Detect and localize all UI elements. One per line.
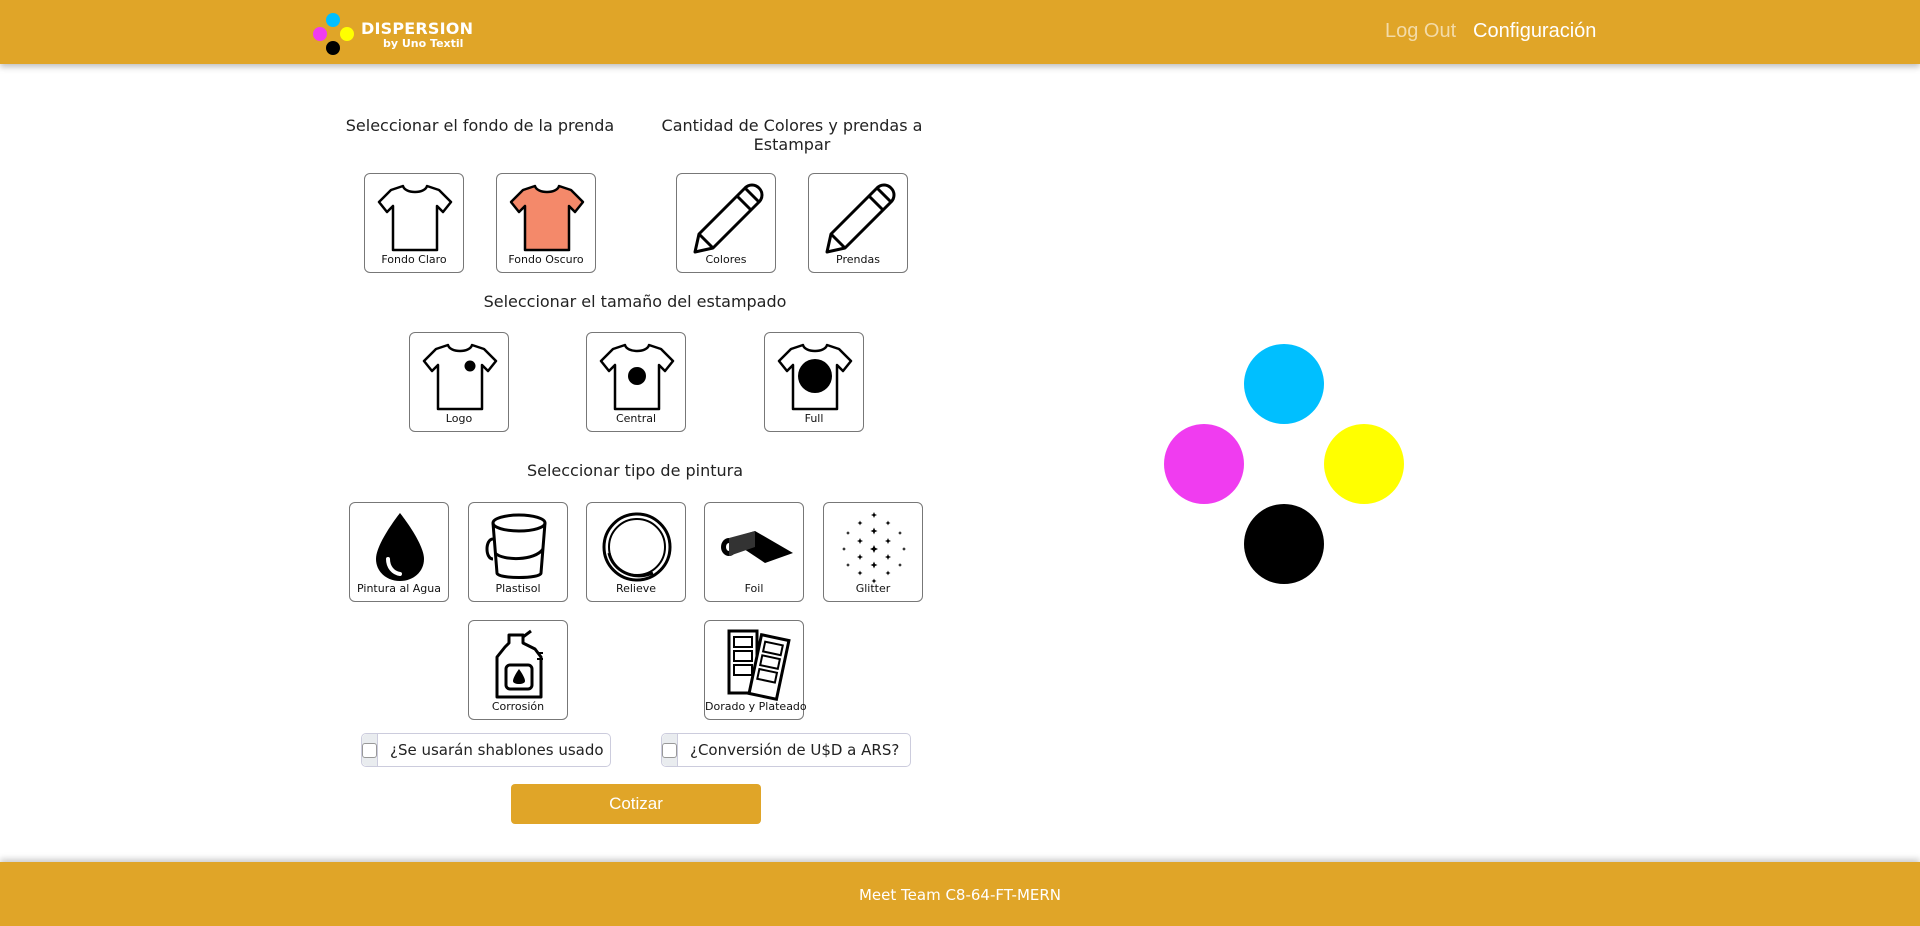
pintura-section-title: Seleccionar tipo de pintura — [526, 461, 744, 480]
card-label: Fondo Oscuro — [508, 253, 584, 266]
sparkles-icon — [842, 512, 906, 584]
logout-link[interactable]: Log Out — [1385, 20, 1456, 43]
cmyk-dots-illustration — [1164, 344, 1404, 584]
metallic-sheets-icon — [727, 629, 791, 702]
colores-card[interactable]: Colores — [676, 173, 776, 273]
conversion-checkbox-group[interactable]: ¿Conversión de U$D a ARS? — [661, 733, 911, 767]
card-label: Plastisol — [495, 582, 541, 595]
card-label: Colores — [705, 253, 747, 266]
card-label: Central — [615, 412, 657, 425]
checkbox-addon — [362, 734, 378, 766]
pintura-agua-card[interactable]: Pintura al Agua — [349, 502, 449, 602]
ring-icon — [602, 512, 672, 582]
card-label: Foil — [744, 582, 764, 595]
shablones-checkbox[interactable] — [362, 742, 377, 758]
plastisol-card[interactable]: Plastisol — [468, 502, 568, 602]
footer-text: Meet Team C8-64-FT-MERN — [858, 886, 1062, 904]
dorado-plateado-card[interactable]: Dorado y Plateado — [704, 620, 807, 720]
prendas-card[interactable]: Prendas — [808, 173, 908, 273]
card-label: Dorado y Plateado — [705, 700, 807, 713]
fondo-oscuro-card[interactable]: Fondo Oscuro — [496, 173, 596, 273]
chemical-bottle-icon — [495, 629, 543, 699]
fondo-claro-card[interactable]: Fondo Claro — [364, 173, 464, 273]
navbar: DISPERSION by Uno Textil Log Out Configu… — [0, 0, 1920, 64]
tshirt-logo-icon — [422, 343, 498, 411]
shablones-checkbox-group[interactable]: ¿Se usarán shablones usado — [361, 733, 611, 767]
bucket-icon — [485, 513, 547, 579]
card-label: Prendas — [836, 253, 880, 266]
cyan-dot — [1244, 344, 1324, 424]
checkbox-addon — [662, 734, 678, 766]
tshirt-light-icon — [377, 184, 453, 252]
tamano-section-title: Seleccionar el tamaño del estampado — [483, 292, 787, 311]
brand-subtitle: by Uno Textil — [383, 37, 464, 50]
central-size-card[interactable]: Central — [586, 332, 686, 432]
card-label: Logo — [445, 412, 473, 425]
cotizar-button[interactable]: Cotizar — [511, 784, 761, 824]
brand-logo[interactable]: DISPERSION by Uno Textil — [309, 11, 473, 57]
yellow-dot — [1324, 424, 1404, 504]
logo-size-card[interactable]: Logo — [409, 332, 509, 432]
corrosion-card[interactable]: Corrosión — [468, 620, 568, 720]
conversion-checkbox[interactable] — [662, 742, 677, 758]
black-dot — [1244, 504, 1324, 584]
tshirt-dark-icon — [509, 184, 585, 252]
full-size-card[interactable]: Full — [764, 332, 864, 432]
card-label: Fondo Claro — [381, 253, 447, 266]
brand-name: DISPERSION by Uno Textil — [361, 19, 474, 50]
fondo-section-title: Seleccionar el fondo de la prenda — [345, 116, 615, 135]
water-drop-icon — [376, 513, 424, 581]
tshirt-full-icon — [777, 343, 853, 411]
conversion-label: ¿Conversión de U$D a ARS? — [690, 741, 900, 759]
card-label: Glitter — [855, 582, 891, 595]
cmyk-dots-logo-icon — [313, 13, 354, 55]
footer: Meet Team C8-64-FT-MERN — [0, 862, 1920, 926]
glitter-card[interactable]: Glitter — [823, 502, 923, 602]
foil-card[interactable]: Foil — [704, 502, 804, 602]
pencil-icon — [825, 183, 896, 254]
tshirt-central-icon — [599, 343, 675, 411]
relieve-card[interactable]: Relieve — [586, 502, 686, 602]
brand-title: DISPERSION — [361, 19, 474, 38]
magenta-dot — [1164, 424, 1244, 504]
shablones-label: ¿Se usarán shablones usado — [390, 741, 604, 759]
card-label: Corrosión — [491, 700, 545, 713]
cantidad-section-title: Cantidad de Colores y prendas a Estampar — [661, 116, 923, 154]
pencil-icon — [693, 183, 764, 254]
card-label: Relieve — [615, 582, 657, 595]
foil-roll-icon — [721, 531, 793, 563]
card-label: Full — [804, 412, 824, 425]
card-label: Pintura al Agua — [357, 582, 441, 595]
config-link[interactable]: Configuración — [1473, 20, 1596, 43]
